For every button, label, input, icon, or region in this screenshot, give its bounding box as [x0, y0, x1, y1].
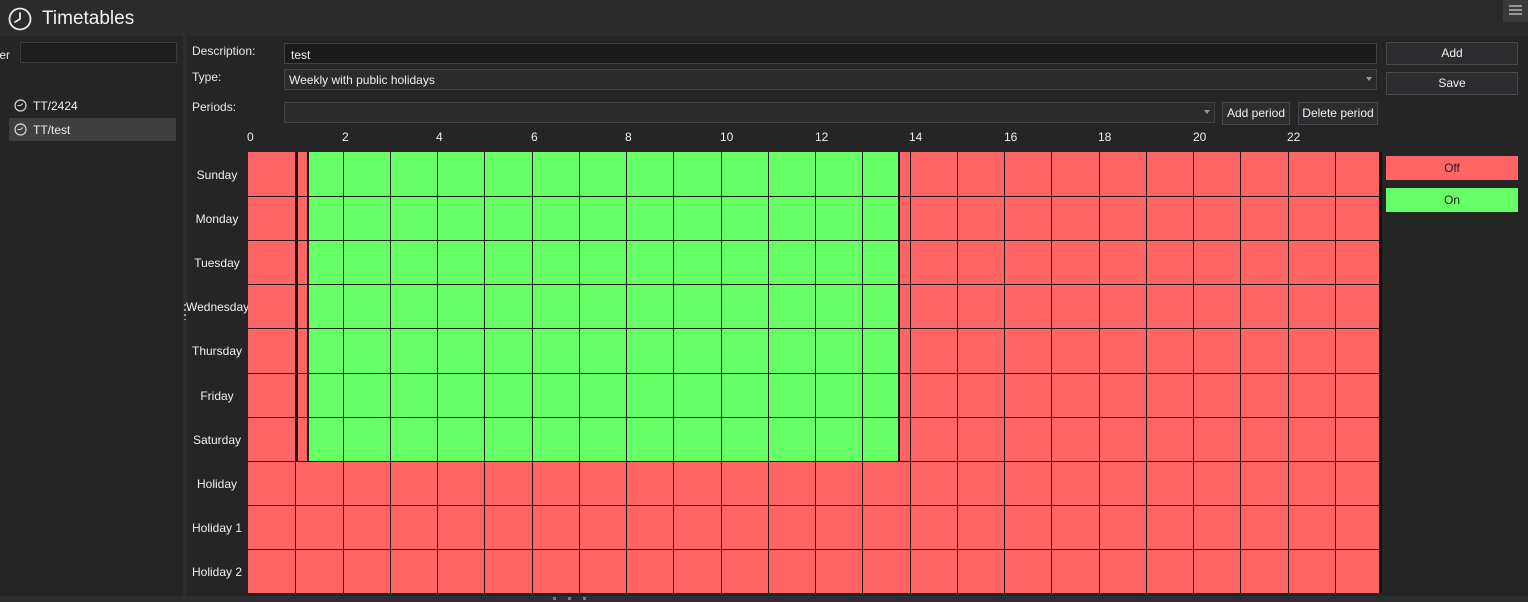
hour-label: 14 [909, 130, 923, 144]
clock-icon [14, 99, 27, 112]
sidebar: ter TT/2424 TT/test [0, 36, 183, 596]
hour-label: 20 [1193, 130, 1207, 144]
hour-label: 8 [625, 130, 632, 144]
legend-on-label: On [1443, 193, 1460, 207]
periods-dropdown[interactable] [284, 102, 1215, 123]
tree-item-label: TT/test [33, 123, 71, 137]
add-period-button[interactable]: Add period [1222, 102, 1290, 125]
hour-label: 18 [1098, 130, 1112, 144]
description-input[interactable]: test [284, 43, 1377, 64]
day-label-friday: Friday [200, 389, 234, 403]
grid-row-line [248, 505, 1382, 506]
day-label-holiday-2: Holiday 2 [191, 565, 243, 579]
tree-item-label: TT/2424 [33, 99, 78, 113]
chevron-down-icon [1366, 77, 1372, 81]
grid-row-line [248, 240, 1382, 241]
legend-off[interactable]: Off [1386, 156, 1518, 180]
tree-item-tt-2424[interactable]: TT/2424 [9, 94, 176, 117]
day-label-tuesday: Tuesday [194, 256, 240, 270]
period-boundary-line [296, 152, 298, 461]
day-label-monday: Monday [195, 212, 239, 226]
hamburger-menu-icon[interactable] [1503, 0, 1528, 22]
filter-input[interactable] [20, 42, 177, 63]
on-period-block[interactable] [307, 152, 898, 461]
grid-row-line [248, 373, 1382, 374]
day-label-thursday: Thursday [191, 344, 243, 358]
delete-period-button[interactable]: Delete period [1298, 102, 1378, 125]
clock-icon [8, 7, 32, 31]
day-label-holiday-1: Holiday 1 [191, 521, 243, 535]
timetable-grid[interactable] [248, 152, 1382, 593]
add-button[interactable]: Add [1386, 42, 1518, 65]
type-dropdown[interactable]: Weekly with public holidays [284, 69, 1377, 90]
grid-row-line [248, 461, 1382, 462]
period-boundary-line [898, 152, 900, 461]
day-label-sunday: Sunday [196, 168, 238, 182]
type-label: Type: [192, 70, 222, 84]
hour-label: 10 [720, 130, 734, 144]
period-boundary-line [307, 152, 309, 461]
hour-label: 2 [342, 130, 349, 144]
splitter-grip-icon[interactable] [553, 597, 593, 600]
grid-row-line [248, 196, 1382, 197]
hour-label: 6 [531, 130, 538, 144]
legend-off-label: Off [1444, 161, 1460, 175]
filter-label: ter [0, 48, 11, 62]
save-button[interactable]: Save [1386, 72, 1518, 95]
app-title: Timetables [42, 8, 135, 29]
day-label-holiday: Holiday [196, 477, 238, 491]
hour-label: 22 [1287, 130, 1301, 144]
horizontal-splitter[interactable] [0, 596, 1528, 602]
hour-label: 0 [247, 130, 254, 144]
clock-icon [14, 123, 27, 136]
grid-right-border [1379, 152, 1382, 593]
day-label-wednesday: Wednesday [186, 300, 250, 314]
type-dropdown-value: Weekly with public holidays [289, 73, 435, 87]
chevron-down-icon [1204, 110, 1210, 114]
tree-item-tt-test[interactable]: TT/test [9, 118, 176, 141]
day-label-saturday: Saturday [192, 433, 242, 447]
hour-label: 12 [815, 130, 829, 144]
grid-row-line [248, 417, 1382, 418]
hour-label: 16 [1004, 130, 1018, 144]
grid-row-line [248, 284, 1382, 285]
hour-label: 4 [436, 130, 443, 144]
periods-label: Periods: [192, 100, 237, 114]
description-label: Description: [192, 44, 256, 58]
grid-row-line [248, 549, 1382, 550]
legend-on[interactable]: On [1386, 188, 1518, 212]
title-bar: Timetables [0, 0, 1528, 36]
grid-row-line [248, 328, 1382, 329]
